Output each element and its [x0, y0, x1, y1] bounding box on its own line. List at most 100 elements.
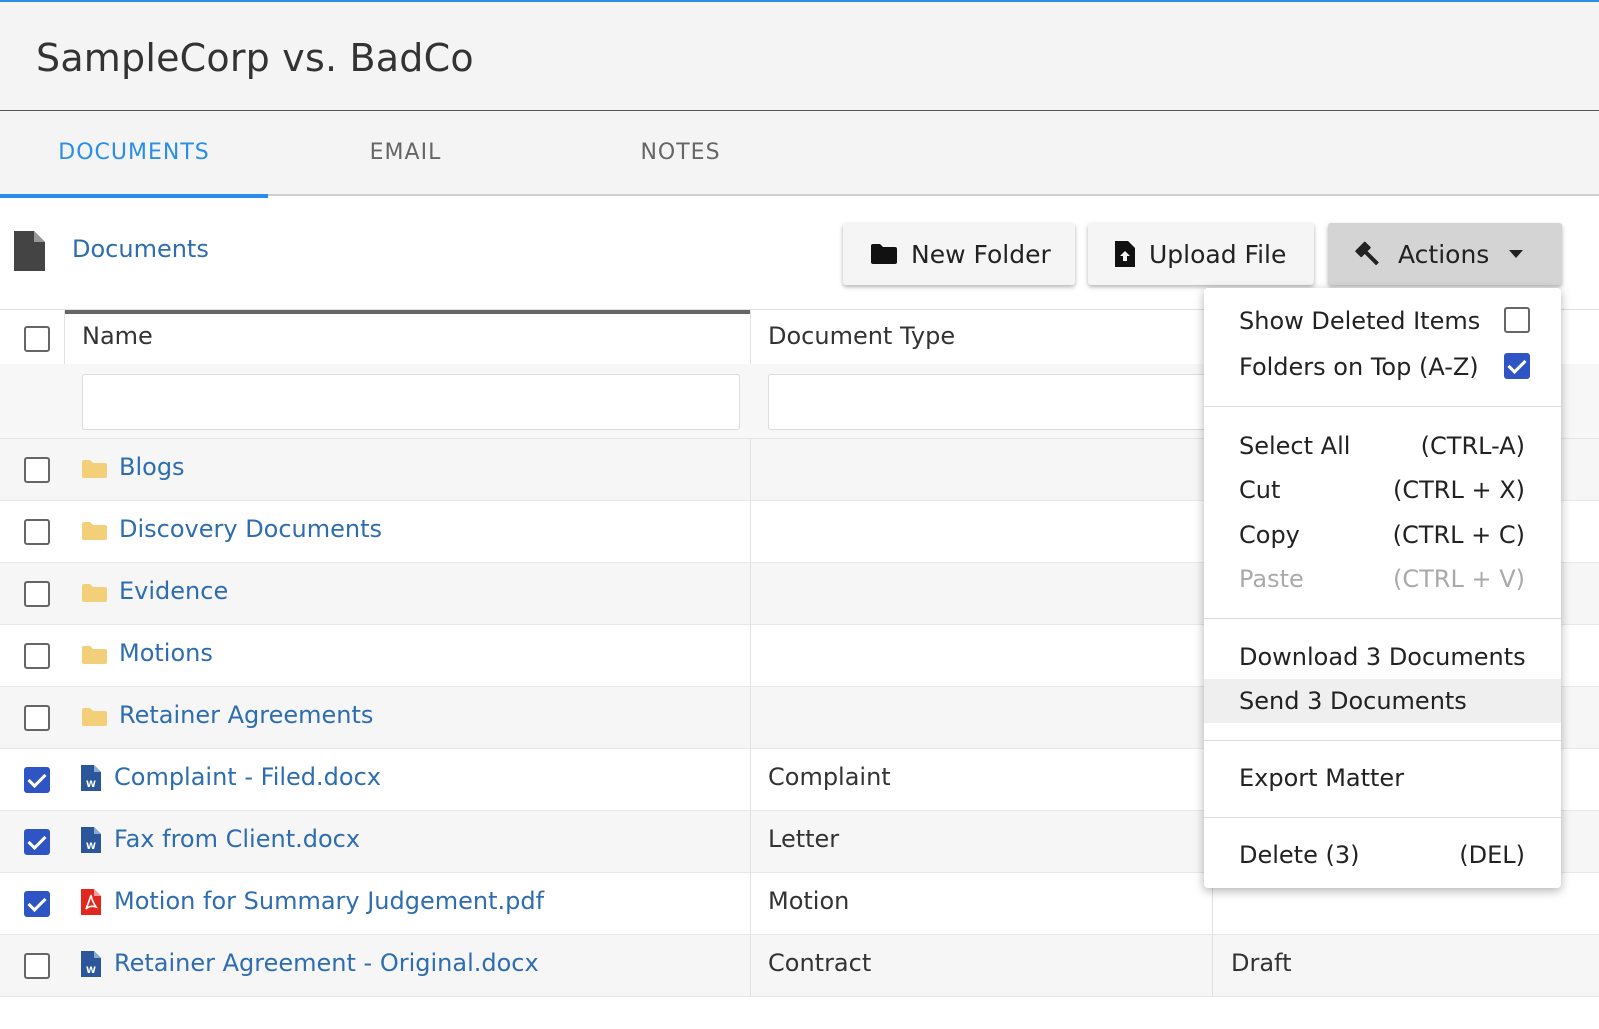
- table-row[interactable]: W Retainer Agreement - Original.docx Con…: [0, 935, 1599, 997]
- column-divider: [750, 873, 751, 935]
- menu-divider: [1204, 740, 1561, 741]
- document-link[interactable]: Retainer Agreement - Original.docx: [114, 949, 539, 977]
- column-divider: [750, 563, 751, 625]
- actions-menu: Show Deleted Items Folders on Top (A-Z) …: [1204, 288, 1561, 888]
- document-link[interactable]: Motion for Summary Judgement.pdf: [114, 887, 544, 915]
- tab-documents[interactable]: DOCUMENTS: [0, 111, 268, 198]
- folder-link[interactable]: Motions: [119, 639, 213, 667]
- row-checkbox[interactable]: [24, 953, 50, 979]
- actions-dropdown-button[interactable]: Actions: [1328, 223, 1562, 285]
- matter-header: SampleCorp vs. BadCo: [0, 2, 1599, 111]
- column-divider: [750, 310, 751, 365]
- menu-item-label: Export Matter: [1239, 764, 1405, 792]
- menu-item-show-deleted[interactable]: Show Deleted Items: [1204, 299, 1561, 343]
- row-checkbox[interactable]: [24, 643, 50, 669]
- folders-on-top-checkbox[interactable]: [1504, 353, 1530, 379]
- column-divider: [750, 811, 751, 873]
- menu-item-delete[interactable]: Delete (3) (DEL): [1204, 833, 1561, 877]
- svg-text:W: W: [86, 780, 96, 790]
- column-header-name[interactable]: Name: [82, 322, 153, 350]
- gavel-icon: [1355, 241, 1379, 266]
- menu-item-export-matter[interactable]: Export Matter: [1204, 756, 1561, 800]
- new-folder-label: New Folder: [911, 239, 1051, 269]
- document-type-cell: Motion: [768, 887, 850, 915]
- column-divider: [750, 439, 751, 501]
- upload-file-label: Upload File: [1149, 239, 1287, 269]
- menu-item-copy[interactable]: Copy (CTRL + C): [1204, 513, 1561, 557]
- word-doc-icon: W: [81, 827, 101, 853]
- document-icon: [14, 231, 45, 271]
- menu-item-label: Cut: [1239, 476, 1281, 504]
- menu-divider: [1204, 817, 1561, 818]
- menu-item-label: Delete (3): [1239, 841, 1360, 869]
- folder-link[interactable]: Discovery Documents: [119, 515, 382, 543]
- select-all-checkbox[interactable]: [24, 326, 50, 352]
- row-checkbox[interactable]: [24, 457, 50, 483]
- menu-item-shortcut: (CTRL + C): [1392, 521, 1525, 549]
- menu-item-label: Show Deleted Items: [1239, 307, 1481, 335]
- document-type-cell: Complaint: [768, 763, 891, 791]
- tab-notes[interactable]: NOTES: [543, 111, 818, 196]
- menu-item-download-documents[interactable]: Download 3 Documents: [1204, 635, 1561, 679]
- column-divider: [64, 310, 65, 365]
- svg-text:W: W: [86, 842, 96, 852]
- name-filter-input[interactable]: [82, 374, 740, 430]
- word-doc-icon: W: [81, 951, 101, 977]
- row-checkbox[interactable]: [24, 705, 50, 731]
- column-divider: [750, 687, 751, 749]
- folder-icon: [82, 460, 107, 478]
- menu-item-cut[interactable]: Cut (CTRL + X): [1204, 468, 1561, 512]
- menu-divider: [1204, 618, 1561, 619]
- document-type-filter-input[interactable]: [768, 374, 1208, 430]
- column-divider: [750, 935, 751, 997]
- folder-link[interactable]: Blogs: [119, 453, 185, 481]
- row-checkbox[interactable]: [24, 519, 50, 545]
- menu-item-label: Send 3 Documents: [1239, 687, 1467, 715]
- menu-item-shortcut: (CTRL + X): [1393, 476, 1525, 504]
- caret-down-icon: [1509, 250, 1524, 258]
- tab-email[interactable]: EMAIL: [268, 111, 543, 196]
- column-divider: [750, 625, 751, 687]
- menu-item-paste: Paste (CTRL + V): [1204, 557, 1561, 601]
- tab-bar: DOCUMENTS EMAIL NOTES: [0, 111, 1599, 198]
- menu-item-folders-on-top[interactable]: Folders on Top (A-Z): [1204, 345, 1561, 389]
- document-type-cell: Contract: [768, 949, 872, 977]
- menu-item-shortcut: (CTRL-A): [1420, 432, 1525, 460]
- menu-item-label: Copy: [1239, 521, 1300, 549]
- word-doc-icon: W: [81, 765, 101, 791]
- name-sort-indicator: [65, 310, 750, 314]
- folder-icon: [82, 708, 107, 726]
- menu-item-select-all[interactable]: Select All (CTRL-A): [1204, 424, 1561, 468]
- row-checkbox[interactable]: [24, 829, 50, 855]
- document-type-cell: Letter: [768, 825, 840, 853]
- page-title: SampleCorp vs. BadCo: [36, 36, 474, 80]
- menu-item-label: Paste: [1239, 565, 1304, 593]
- column-divider: [750, 501, 751, 563]
- menu-item-shortcut: (DEL): [1459, 841, 1525, 869]
- status-cell: Draft: [1231, 949, 1292, 977]
- folder-link[interactable]: Evidence: [119, 577, 228, 605]
- menu-item-label: Download 3 Documents: [1239, 643, 1526, 671]
- row-checkbox[interactable]: [24, 891, 50, 917]
- actions-label: Actions: [1398, 239, 1490, 269]
- column-divider: [1212, 935, 1213, 997]
- row-checkbox[interactable]: [24, 581, 50, 607]
- upload-file-button[interactable]: Upload File: [1088, 223, 1314, 285]
- document-link[interactable]: Fax from Client.docx: [114, 825, 360, 853]
- pdf-icon: [81, 889, 101, 915]
- row-checkbox[interactable]: [24, 767, 50, 793]
- new-folder-button[interactable]: New Folder: [843, 223, 1075, 285]
- file-upload-icon: [1115, 241, 1135, 267]
- show-deleted-checkbox[interactable]: [1504, 307, 1530, 333]
- document-link[interactable]: Complaint - Filed.docx: [114, 763, 381, 791]
- column-header-document-type[interactable]: Document Type: [768, 322, 955, 350]
- folder-icon: [871, 244, 897, 264]
- folder-link[interactable]: Retainer Agreements: [119, 701, 373, 729]
- menu-item-label: Folders on Top (A-Z): [1239, 353, 1479, 381]
- menu-item-send-documents[interactable]: Send 3 Documents: [1204, 679, 1561, 723]
- breadcrumb-documents[interactable]: Documents: [72, 235, 209, 263]
- folder-icon: [82, 522, 107, 540]
- folder-icon: [82, 646, 107, 664]
- menu-item-shortcut: (CTRL + V): [1393, 565, 1525, 593]
- menu-item-label: Select All: [1239, 432, 1351, 460]
